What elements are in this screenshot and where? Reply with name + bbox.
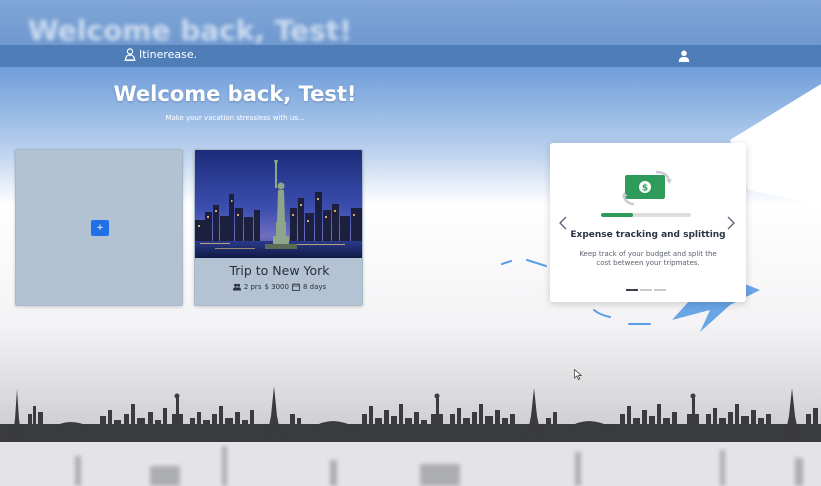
trip-days: 8 days <box>302 283 327 291</box>
trip-budget: $ 3000 <box>264 283 289 291</box>
city-skyline-illustration <box>0 386 821 442</box>
chevron-left-icon <box>559 216 567 230</box>
user-menu-button[interactable] <box>677 49 691 63</box>
brand-logo[interactable]: Itinerease. <box>124 48 197 61</box>
feature-carousel: $ Expense tracking and splitting Keep tr… <box>550 143 746 302</box>
trip-card[interactable]: Trip to New York 2 prs $ 3000 8 days <box>194 149 363 306</box>
page-title: Welcome back, Test! <box>113 82 357 106</box>
brand-name: Itinerease. <box>139 48 198 61</box>
new-york-image <box>195 150 362 258</box>
trip-people: 2 prs <box>243 283 262 291</box>
calendar-icon <box>292 283 300 291</box>
user-icon <box>678 50 690 62</box>
carousel-slide-description: Keep track of your budget and split the … <box>579 250 717 267</box>
blurred-skyline-reflection <box>75 446 803 486</box>
budget-progress-bar <box>601 213 691 217</box>
add-trip-button[interactable]: + <box>91 220 109 236</box>
money-exchange-icon: $ <box>622 170 672 206</box>
chevron-right-icon <box>727 216 735 230</box>
carousel-dot[interactable] <box>640 289 652 291</box>
carousel-prev-button[interactable] <box>558 215 568 235</box>
background-bottom-blur <box>0 442 821 486</box>
user-pin-icon <box>124 48 136 61</box>
trip-meta: 2 prs $ 3000 8 days <box>195 283 362 291</box>
carousel-indicators <box>626 289 666 291</box>
carousel-slide-title: Expense tracking and splitting <box>570 230 726 240</box>
mouse-cursor-icon <box>574 369 582 380</box>
carousel-dot[interactable] <box>626 289 638 291</box>
trip-title: Trip to New York <box>229 263 330 278</box>
people-icon <box>232 283 241 291</box>
svg-text:$: $ <box>642 184 648 194</box>
page-subtitle: Make your vacation stressless with us... <box>165 114 305 122</box>
carousel-dot[interactable] <box>654 289 666 291</box>
carousel-next-button[interactable] <box>726 215 736 235</box>
top-navbar: Itinerease. <box>0 45 821 67</box>
add-trip-card[interactable]: + <box>15 149 183 306</box>
budget-progress-fill <box>601 213 634 217</box>
